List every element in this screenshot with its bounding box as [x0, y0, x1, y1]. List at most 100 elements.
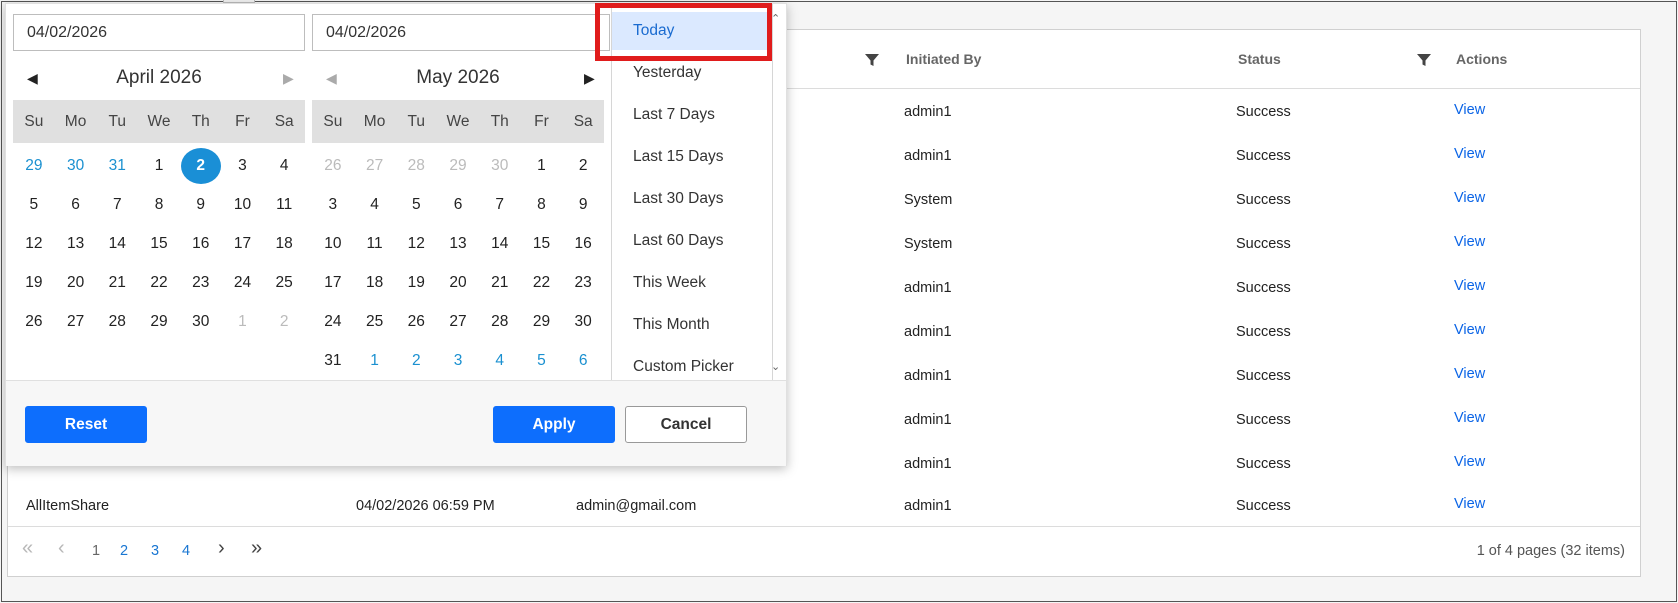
- day-cell[interactable]: 26: [13, 302, 55, 341]
- day-cell[interactable]: 10: [312, 224, 354, 263]
- day-cell[interactable]: 11: [263, 185, 305, 224]
- day-cell[interactable]: 1: [138, 146, 180, 185]
- day-cell[interactable]: 24: [222, 263, 264, 302]
- day-cell[interactable]: 26: [395, 302, 437, 341]
- selected-day-cell[interactable]: 2: [180, 146, 222, 185]
- day-cell[interactable]: 11: [354, 224, 396, 263]
- view-link[interactable]: View: [1454, 134, 1485, 174]
- day-cell[interactable]: 5: [395, 185, 437, 224]
- preset-last-15-days[interactable]: Last 15 Days: [612, 138, 772, 176]
- day-cell[interactable]: 4: [263, 146, 305, 185]
- next-month-icon[interactable]: ▶: [584, 70, 595, 87]
- apply-button[interactable]: Apply: [493, 406, 615, 443]
- day-cell[interactable]: 20: [437, 263, 479, 302]
- day-cell[interactable]: 3: [222, 146, 264, 185]
- day-cell[interactable]: 28: [96, 302, 138, 341]
- day-cell[interactable]: 5: [13, 185, 55, 224]
- cancel-button[interactable]: Cancel: [625, 406, 747, 443]
- preset-this-week[interactable]: This Week: [612, 264, 772, 302]
- scroll-up-icon[interactable]: ⌃: [771, 12, 780, 25]
- view-link[interactable]: View: [1454, 442, 1485, 482]
- day-cell[interactable]: 24: [312, 302, 354, 341]
- day-cell[interactable]: 30: [562, 302, 604, 341]
- day-cell[interactable]: 16: [562, 224, 604, 263]
- preset-last-30-days[interactable]: Last 30 Days: [612, 180, 772, 218]
- day-cell[interactable]: 15: [521, 224, 563, 263]
- day-cell[interactable]: 2: [395, 341, 437, 380]
- day-cell[interactable]: 18: [263, 224, 305, 263]
- first-page-icon[interactable]: «: [22, 537, 33, 560]
- view-link[interactable]: View: [1454, 398, 1485, 438]
- page-4[interactable]: 4: [182, 543, 190, 559]
- day-cell[interactable]: 17: [312, 263, 354, 302]
- day-cell[interactable]: 17: [222, 224, 264, 263]
- scroll-down-icon[interactable]: ⌄: [771, 360, 780, 373]
- day-cell[interactable]: 25: [354, 302, 396, 341]
- day-cell[interactable]: 23: [180, 263, 222, 302]
- preset-last-60-days[interactable]: Last 60 Days: [612, 222, 772, 260]
- day-cell[interactable]: 14: [479, 224, 521, 263]
- page-3[interactable]: 3: [151, 543, 159, 559]
- day-cell[interactable]: 13: [55, 224, 97, 263]
- page-1[interactable]: 1: [92, 543, 100, 559]
- view-link[interactable]: View: [1454, 310, 1485, 350]
- day-cell[interactable]: 6: [562, 341, 604, 380]
- filter-icon[interactable]: [864, 52, 880, 68]
- header-status[interactable]: Status: [1238, 30, 1281, 89]
- day-cell[interactable]: 1: [222, 302, 264, 341]
- day-cell[interactable]: 8: [138, 185, 180, 224]
- day-cell[interactable]: 12: [13, 224, 55, 263]
- day-cell[interactable]: 29: [138, 302, 180, 341]
- day-cell[interactable]: 30: [55, 146, 97, 185]
- filter-icon[interactable]: [1416, 52, 1432, 68]
- day-cell[interactable]: 28: [395, 146, 437, 185]
- day-cell[interactable]: 13: [437, 224, 479, 263]
- day-cell[interactable]: 8: [521, 185, 563, 224]
- day-cell[interactable]: 21: [479, 263, 521, 302]
- page-2[interactable]: 2: [120, 543, 128, 559]
- preset-last-7-days[interactable]: Last 7 Days: [612, 96, 772, 134]
- day-cell[interactable]: 7: [96, 185, 138, 224]
- day-cell[interactable]: 27: [437, 302, 479, 341]
- day-cell[interactable]: 1: [521, 146, 563, 185]
- day-cell[interactable]: 27: [354, 146, 396, 185]
- view-link[interactable]: View: [1454, 354, 1485, 394]
- day-cell[interactable]: 16: [180, 224, 222, 263]
- view-link[interactable]: View: [1454, 266, 1485, 306]
- day-cell[interactable]: 30: [479, 146, 521, 185]
- day-cell[interactable]: 4: [354, 185, 396, 224]
- day-cell[interactable]: 26: [312, 146, 354, 185]
- prev-page-icon[interactable]: ‹: [58, 537, 65, 560]
- day-cell[interactable]: 31: [96, 146, 138, 185]
- day-cell[interactable]: 1: [354, 341, 396, 380]
- day-cell[interactable]: 23: [562, 263, 604, 302]
- day-cell[interactable]: 22: [138, 263, 180, 302]
- end-date-input[interactable]: 04/02/2026: [312, 14, 610, 51]
- preset-yesterday[interactable]: Yesterday: [612, 54, 772, 92]
- day-cell[interactable]: 2: [263, 302, 305, 341]
- day-cell[interactable]: 29: [521, 302, 563, 341]
- day-cell[interactable]: 29: [437, 146, 479, 185]
- day-cell[interactable]: 12: [395, 224, 437, 263]
- day-cell[interactable]: 21: [96, 263, 138, 302]
- day-cell[interactable]: 14: [96, 224, 138, 263]
- view-link[interactable]: View: [1454, 484, 1485, 524]
- next-page-icon[interactable]: ›: [218, 537, 225, 560]
- view-link[interactable]: View: [1454, 222, 1485, 262]
- day-cell[interactable]: 31: [312, 341, 354, 380]
- day-cell[interactable]: 5: [521, 341, 563, 380]
- day-cell[interactable]: 27: [55, 302, 97, 341]
- day-cell[interactable]: 6: [437, 185, 479, 224]
- day-cell[interactable]: 25: [263, 263, 305, 302]
- day-cell[interactable]: 9: [562, 185, 604, 224]
- day-cell[interactable]: 7: [479, 185, 521, 224]
- reset-button[interactable]: Reset: [25, 406, 147, 443]
- day-cell[interactable]: 28: [479, 302, 521, 341]
- day-cell[interactable]: 3: [437, 341, 479, 380]
- preset-this-month[interactable]: This Month: [612, 306, 772, 344]
- preset-today[interactable]: Today: [612, 12, 772, 50]
- day-cell[interactable]: 15: [138, 224, 180, 263]
- view-link[interactable]: View: [1454, 90, 1485, 130]
- day-cell[interactable]: 9: [180, 185, 222, 224]
- day-cell[interactable]: 10: [222, 185, 264, 224]
